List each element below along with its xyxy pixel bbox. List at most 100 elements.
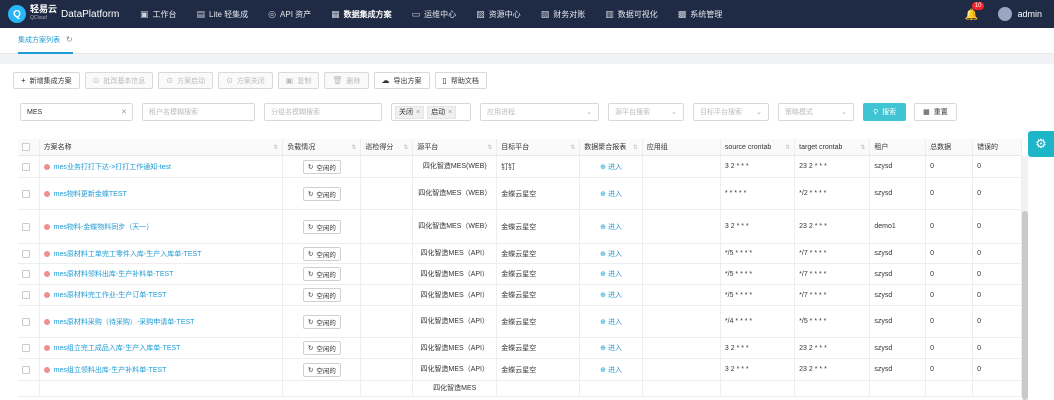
enter-report-link[interactable]: ⊕ 进入	[600, 290, 622, 300]
group-search-input[interactable]: 分组名模糊搜索	[264, 103, 382, 121]
load-status-badge[interactable]: ↻ 空闲的	[302, 267, 341, 281]
nav-item[interactable]: ▦ 数据集成方案	[321, 0, 402, 28]
solution-name-link[interactable]: mes原材料领料出库-生产补料单-TEST	[54, 269, 174, 279]
nav-item[interactable]: ▭ 运维中心	[402, 0, 467, 28]
solution-name-link[interactable]: mes物料-金蝶物料同步（天一）	[54, 222, 154, 232]
row-checkbox[interactable]	[22, 189, 30, 198]
load-status-badge[interactable]: ↻ 空闲的	[302, 288, 341, 302]
sort-icon[interactable]: ⇅	[633, 144, 638, 151]
gear-icon[interactable]: ⚙	[1028, 131, 1054, 157]
logo[interactable]: Q 轻易云 QCloud DataPlatform	[8, 5, 130, 23]
enter-report-link[interactable]: ⊕ 进入	[600, 189, 622, 199]
help-button[interactable]: ▯ 帮助文档	[434, 72, 487, 89]
enter-report-link[interactable]: ⊕ 进入	[600, 249, 622, 259]
load-status-badge[interactable]: ↻ 空闲的	[302, 362, 341, 377]
table-row[interactable]: mes原材料领料出库-生产补料单-TEST ↻ 空闲的 四化智造MES（API） 金蝶云…	[18, 264, 1022, 285]
enter-report-link[interactable]: ⊕ 进入	[600, 317, 622, 327]
column-header[interactable]: target crontab ⇅	[795, 139, 871, 155]
select-all-checkbox[interactable]	[22, 143, 30, 151]
column-header[interactable]: 源平台 ⇅	[413, 139, 498, 155]
sort-icon[interactable]: ⇅	[351, 144, 356, 151]
sort-icon[interactable]: ⇅	[273, 144, 278, 151]
stop-solution-button[interactable]: ⊙ 方案关闭	[218, 72, 273, 89]
enter-report-link[interactable]: ⊕ 进入	[600, 269, 622, 279]
target-platform-select[interactable]: 目标平台搜索 ⌄	[693, 103, 769, 121]
close-icon[interactable]: ×	[448, 109, 452, 116]
solution-name-link[interactable]: mes原材料完工作业-生产订单-TEST	[54, 290, 167, 300]
nav-item[interactable]: ◎ API 资产	[258, 0, 321, 28]
row-checkbox[interactable]	[22, 222, 30, 231]
sort-icon[interactable]: ⇅	[860, 144, 865, 151]
column-header[interactable]: 租户	[870, 139, 927, 155]
close-icon[interactable]: ×	[416, 109, 420, 116]
bell-icon[interactable]: 🔔 10	[965, 1, 985, 21]
solution-name-link[interactable]: mes业务打打下达->打打工作通知-test	[54, 162, 171, 172]
column-header[interactable]: 目标平台 ⇅	[497, 139, 581, 155]
enter-report-link[interactable]: ⊕ 进入	[600, 343, 622, 353]
table-row[interactable]: mes组立领料出库-生产补料单-TEST ↻ 空闲的 四化智造MES（API） 金蝶云星…	[18, 359, 1022, 381]
source-platform-select[interactable]: 源平台搜索 ⌄	[608, 103, 684, 121]
solution-name-link[interactable]: mes原材料采购（待采购）-采购申请单-TEST	[54, 317, 195, 327]
load-status-badge[interactable]: ↻ 空闲的	[302, 341, 341, 355]
enter-report-link[interactable]: ⊕ 进入	[600, 162, 622, 172]
sort-icon[interactable]: ⇅	[570, 144, 575, 151]
solution-name-link[interactable]: mes组立领料出库-生产补料单-TEST	[54, 365, 167, 375]
nav-item[interactable]: ▤ Lite 轻集成	[187, 0, 259, 28]
search-button[interactable]: ⚲ 搜索	[863, 103, 907, 121]
tenant-search-input[interactable]: 租户名模糊搜索	[142, 103, 255, 121]
column-header[interactable]: 数据聚合报表 ⇅	[580, 139, 643, 155]
nav-item[interactable]: ▣ 工作台	[130, 0, 187, 28]
table-row[interactable]: mes业务打打下达->打打工作通知-test ↻ 空闲的 四化智造MES(WEB) 钉钉…	[18, 156, 1022, 178]
enter-report-link[interactable]: ⊕ 进入	[600, 222, 622, 232]
row-checkbox[interactable]	[22, 249, 30, 258]
table-row[interactable]: mes物料更新金蝶TEST ↻ 空闲的 四化智造MES（WEB） 金蝶云星空 ⊕ 进入 * *…	[18, 178, 1022, 210]
column-header[interactable]: 应用组	[643, 139, 721, 155]
start-solution-button[interactable]: ⊙ 方案启动	[158, 72, 214, 89]
tab-solution-list[interactable]: 集成方案列表 ↻	[18, 28, 73, 54]
nav-item[interactable]: ▥ 数据可视化	[595, 0, 668, 28]
load-status-badge[interactable]: ↻ 空闲的	[302, 314, 341, 329]
status-chip[interactable]: 关闭 ×	[395, 105, 425, 119]
load-status-badge[interactable]: ↻ 空闲的	[302, 159, 341, 174]
load-status-badge[interactable]: ↻ 空闲的	[302, 186, 341, 201]
row-checkbox[interactable]	[22, 291, 30, 299]
load-status-badge[interactable]: ↻ 空闲的	[302, 219, 341, 234]
avatar[interactable]	[998, 7, 1013, 21]
process-select[interactable]: 应用进程 ⌄	[480, 103, 599, 121]
solution-name-link[interactable]: mes组立完工成品入库-生产入库单-TEST	[54, 343, 181, 353]
delete-button[interactable]: 🗑 删除	[324, 72, 369, 89]
column-header[interactable]: 负载情况 ⇅	[283, 139, 362, 155]
column-header[interactable]: source crontab ⇅	[721, 139, 796, 155]
strategy-select[interactable]: 策略模式 ⌄	[778, 103, 854, 121]
enter-report-link[interactable]: ⊕ 进入	[600, 365, 622, 375]
scrollbar-thumb[interactable]	[1022, 211, 1028, 400]
batch-edit-button[interactable]: ⊙ 批改基本信息	[84, 72, 154, 89]
row-checkbox[interactable]	[22, 344, 30, 352]
table-row[interactable]: 四化智造MES	[18, 381, 1022, 397]
status-select[interactable]: 关闭 × 启动 ×	[391, 103, 471, 121]
solution-name-link[interactable]: mes原材料工单完工零件入库-生产入库单-TEST	[54, 249, 202, 259]
refresh-icon[interactable]: ↻	[66, 35, 73, 44]
nav-item[interactable]: ▧ 财务对账	[531, 0, 596, 28]
column-header[interactable]: 方案名称 ⇅	[40, 139, 284, 155]
nav-item[interactable]: ▩ 系统管理	[668, 0, 733, 28]
nav-item[interactable]: ▨ 资源中心	[466, 0, 531, 28]
sort-icon[interactable]: ⇅	[487, 144, 492, 151]
keyword-input[interactable]: MES ✕	[20, 103, 133, 121]
table-row[interactable]: mes原材料采购（待采购）-采购申请单-TEST ↻ 空闲的 四化智造MES（API）…	[18, 306, 1022, 338]
row-checkbox[interactable]	[22, 317, 30, 326]
table-row[interactable]: mes组立完工成品入库-生产入库单-TEST ↻ 空闲的 四化智造MES（API） 金蝶…	[18, 338, 1022, 359]
table-row[interactable]: mes物料-金蝶物料同步（天一） ↻ 空闲的 四化智造MES（WEB） 金蝶云星空 ⊕ 进入…	[18, 210, 1022, 244]
load-status-badge[interactable]: ↻ 空闲的	[302, 246, 341, 261]
export-button[interactable]: ☁ 导出方案	[373, 72, 430, 89]
sort-icon[interactable]: ⇅	[785, 144, 790, 151]
clear-icon[interactable]: ✕	[121, 108, 127, 116]
add-solution-button[interactable]: + 新增集成方案	[13, 72, 80, 89]
reset-button[interactable]: ▦ 重置	[914, 103, 957, 121]
copy-button[interactable]: ▣ 复制	[277, 72, 320, 89]
solution-name-link[interactable]: mes物料更新金蝶TEST	[54, 189, 127, 199]
sort-icon[interactable]: ⇅	[403, 144, 408, 151]
column-header[interactable]: 错误的	[973, 139, 1022, 155]
row-checkbox[interactable]	[22, 270, 30, 278]
table-row[interactable]: mes原材料完工作业-生产订单-TEST ↻ 空闲的 四化智造MES（API） 金蝶云星…	[18, 285, 1022, 306]
